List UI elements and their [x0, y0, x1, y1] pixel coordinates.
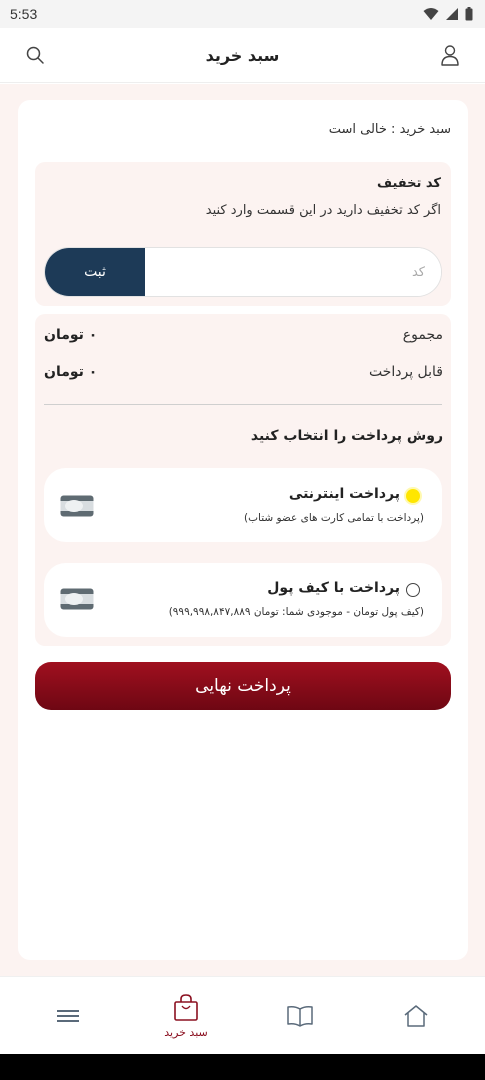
nav-item-library[interactable] [260, 977, 340, 1055]
payable-value: ۰ تومان [44, 364, 98, 380]
option-title: پرداخت با کیف پول [267, 580, 400, 596]
credit-card-icon [60, 495, 94, 517]
radio-selected[interactable] [406, 489, 420, 503]
payment-method-title: روش پرداخت را انتخاب کنید [250, 428, 443, 444]
radio-unselected[interactable] [406, 583, 420, 597]
battery-icon [465, 7, 473, 21]
discount-input-row: ثبت [44, 247, 442, 297]
total-label: مجموع [402, 327, 443, 343]
book-icon [287, 1006, 313, 1027]
status-bar: 5:53 [0, 0, 485, 28]
shopping-bag-icon [174, 993, 198, 1021]
wallet-card-icon [60, 588, 94, 610]
option-description: (کیف پول تومان - موجودی شما: تومان ۹۹۹,۹… [168, 606, 424, 618]
home-icon [404, 1005, 428, 1027]
nav-item-menu[interactable] [28, 977, 108, 1055]
menu-icon [57, 1010, 79, 1022]
nav-label-cart: سبد خرید [164, 1025, 208, 1039]
total-value: ۰ تومان [44, 327, 98, 343]
nav-item-home[interactable] [376, 977, 456, 1055]
final-payment-button[interactable]: پرداخت نهایی [35, 662, 451, 710]
option-title: پرداخت اینترنتی [288, 486, 400, 502]
status-icons [423, 7, 473, 21]
discount-code-input[interactable] [145, 248, 441, 296]
discount-title: کد تخفیف [377, 176, 441, 191]
nav-item-cart[interactable]: سبد خرید [146, 977, 226, 1055]
payment-option-online[interactable]: پرداخت اینترنتی (پرداخت با تمامی کارت ها… [44, 468, 442, 542]
page-title: سبد خرید [205, 45, 280, 65]
status-time: 5:53 [10, 6, 38, 22]
wifi-icon [423, 8, 439, 20]
signal-icon [446, 8, 458, 20]
bottom-navigation: سبد خرید [0, 976, 485, 1054]
divider [44, 404, 442, 405]
option-description: (پرداخت با تمامی کارت های عضو شتاب) [244, 512, 424, 524]
app-header: سبد خرید [0, 28, 485, 83]
system-navigation-bar [0, 1054, 485, 1080]
payable-label: قابل پرداخت [368, 364, 443, 380]
cart-status: سبد خرید : خالی است [328, 122, 451, 137]
search-icon[interactable] [22, 42, 48, 68]
discount-submit-button[interactable]: ثبت [45, 248, 145, 296]
discount-description: اگر کد تخفیف دارید در این قسمت وارد کنید [205, 203, 441, 218]
user-icon[interactable] [437, 42, 463, 68]
payment-option-wallet[interactable]: پرداخت با کیف پول (کیف پول تومان - موجود… [44, 563, 442, 637]
